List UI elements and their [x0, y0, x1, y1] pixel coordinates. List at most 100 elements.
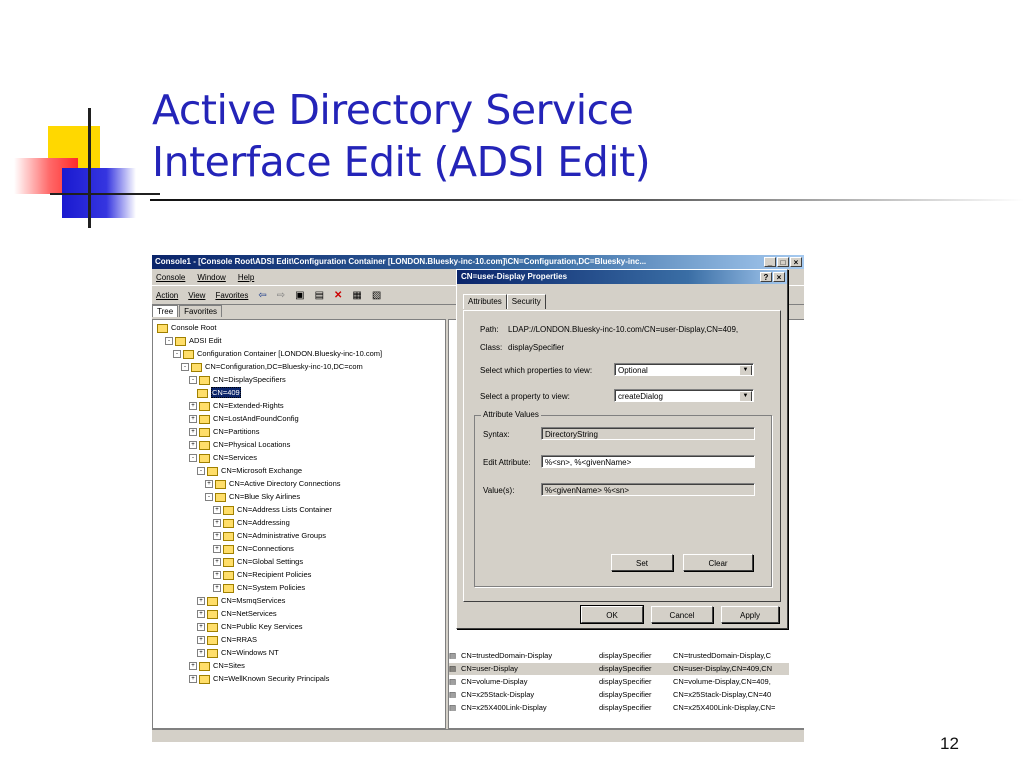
tree-item[interactable]: - ADSI Edit: [165, 335, 222, 347]
tree-pane[interactable]: Console Root - ADSI Edit - Configuration Con…: [152, 319, 446, 729]
clear-button[interactable]: Clear: [683, 554, 753, 571]
help-icon[interactable]: ?: [760, 272, 772, 282]
expand-icon[interactable]: +: [213, 584, 221, 593]
expand-icon[interactable]: +: [189, 441, 197, 450]
tree-item[interactable]: + CN=Active Directory Connections: [205, 478, 341, 490]
expand-icon[interactable]: +: [213, 545, 221, 554]
tab-tree[interactable]: Tree: [152, 305, 179, 317]
menu-action[interactable]: Action: [156, 291, 178, 300]
set-button[interactable]: Set: [611, 554, 673, 571]
tree-item[interactable]: - CN=Microsoft Exchange: [197, 465, 302, 477]
expand-icon[interactable]: +: [205, 480, 213, 489]
which-props-select[interactable]: Optional ▼: [614, 363, 754, 376]
chevron-down-icon[interactable]: ▼: [739, 391, 752, 401]
expand-icon[interactable]: +: [213, 532, 221, 541]
tree-item[interactable]: + CN=Partitions: [189, 426, 259, 438]
folder-icon: [175, 336, 186, 346]
tree-item[interactable]: + CN=MsmqServices: [197, 595, 285, 607]
delete-icon[interactable]: ✕: [334, 290, 342, 301]
folder-icon: [223, 570, 234, 580]
tree-item[interactable]: + CN=Sites: [189, 660, 245, 672]
collapse-icon[interactable]: -: [189, 376, 197, 385]
tree-item[interactable]: - Configuration Container [LONDON.Bluesky…: [173, 348, 382, 360]
expand-icon[interactable]: +: [197, 610, 205, 619]
forward-arrow-icon[interactable]: ⇨: [277, 290, 285, 301]
tree-item[interactable]: + CN=RRAS: [197, 634, 257, 646]
tree-item[interactable]: + CN=Addressing: [213, 517, 290, 529]
expand-icon[interactable]: +: [189, 415, 197, 424]
tree-item[interactable]: - CN=Blue Sky Airlines: [205, 491, 300, 503]
expand-icon[interactable]: +: [197, 623, 205, 632]
slide-title-line1: Active Directory Service: [152, 86, 634, 134]
collapse-icon[interactable]: -: [181, 363, 189, 372]
tree-item[interactable]: + CN=NetServices: [197, 608, 277, 620]
menu-favorites[interactable]: Favorites: [215, 291, 248, 300]
tree-item[interactable]: - CN=DisplaySpecifiers: [189, 374, 286, 386]
tree-item[interactable]: + CN=Public Key Services: [197, 621, 303, 633]
tree-item[interactable]: + CN=Extended-Rights: [189, 400, 284, 412]
expand-icon[interactable]: +: [213, 558, 221, 567]
collapse-icon[interactable]: -: [205, 493, 213, 502]
tab-attributes[interactable]: Attributes: [463, 294, 507, 309]
expand-icon[interactable]: +: [213, 571, 221, 580]
expand-icon[interactable]: +: [213, 506, 221, 515]
expand-icon[interactable]: +: [189, 662, 197, 671]
menu-view[interactable]: View: [188, 291, 205, 300]
window-title: Console1 - [Console Root\ADSI Edit\Confi…: [155, 257, 647, 266]
list-row[interactable]: ▤ CN=user-Display displaySpecifier CN=user…: [449, 663, 789, 675]
object-icon: ▤: [449, 690, 457, 699]
show-tree-icon[interactable]: ▤: [315, 290, 324, 301]
tree-item[interactable]: + CN=Windows NT: [197, 647, 279, 659]
collapse-icon[interactable]: -: [197, 467, 205, 476]
tree-item[interactable]: - CN=Services: [189, 452, 257, 464]
list-row[interactable]: ▤ CN=x25Stack-Display displaySpecifier CN=…: [449, 689, 789, 701]
collapse-icon[interactable]: -: [165, 337, 173, 346]
tree-item[interactable]: + CN=Administrative Groups: [213, 530, 326, 542]
tree-item[interactable]: + CN=Global Settings: [213, 556, 303, 568]
tree-item[interactable]: + CN=Connections: [213, 543, 294, 555]
minimize-icon[interactable]: _: [764, 257, 776, 267]
expand-icon[interactable]: +: [189, 428, 197, 437]
back-arrow-icon[interactable]: ⇦: [258, 290, 266, 301]
property-select[interactable]: createDialog ▼: [614, 389, 754, 402]
expand-icon[interactable]: +: [197, 636, 205, 645]
properties-icon[interactable]: ▦: [352, 290, 361, 301]
edit-attribute-input[interactable]: %<sn>, %<givenName>: [541, 455, 755, 468]
expand-icon[interactable]: +: [189, 675, 197, 684]
tab-favorites[interactable]: Favorites: [179, 305, 223, 317]
menu-console[interactable]: Console: [156, 273, 185, 282]
tree-item[interactable]: + CN=Physical Locations: [189, 439, 290, 451]
tree-item[interactable]: Console Root: [157, 322, 216, 334]
tree-item[interactable]: + CN=Address Lists Container: [213, 504, 332, 516]
chevron-down-icon[interactable]: ▼: [739, 365, 752, 375]
tab-security[interactable]: Security: [506, 294, 546, 309]
collapse-icon[interactable]: -: [189, 454, 197, 463]
collapse-icon[interactable]: -: [173, 350, 181, 359]
cancel-button[interactable]: Cancel: [651, 606, 713, 623]
restore-icon[interactable]: □: [777, 257, 789, 267]
window-titlebar[interactable]: Console1 - [Console Root\ADSI Edit\Confi…: [152, 255, 804, 269]
menu-window[interactable]: Window: [197, 273, 225, 282]
close-icon[interactable]: ×: [790, 257, 802, 267]
menu-help[interactable]: Help: [238, 273, 254, 282]
apply-button[interactable]: Apply: [721, 606, 779, 623]
ok-button[interactable]: OK: [580, 605, 644, 624]
expand-icon[interactable]: +: [197, 597, 205, 606]
tree-item[interactable]: CN=409: [197, 387, 241, 399]
dialog-close-icon[interactable]: ×: [773, 272, 785, 282]
tree-item[interactable]: + CN=LostAndFoundConfig: [189, 413, 299, 425]
list-row[interactable]: ▤ CN=volume-Display displaySpecifier CN=vo…: [449, 676, 789, 688]
tree-item[interactable]: + CN=System Policies: [213, 582, 305, 594]
tree-item[interactable]: + CN=Recipient Policies: [213, 569, 311, 581]
folder-icon: [223, 531, 234, 541]
list-row[interactable]: ▤ CN=x25X400Link-Display displaySpecifier…: [449, 702, 789, 714]
tree-item[interactable]: - CN=Configuration,DC=Bluesky-inc-10,DC=c…: [181, 361, 363, 373]
expand-icon[interactable]: +: [189, 402, 197, 411]
export-list-icon[interactable]: ▧: [372, 290, 381, 301]
expand-icon[interactable]: +: [197, 649, 205, 658]
tree-item[interactable]: + CN=WellKnown Security Principals: [189, 673, 329, 685]
expand-icon[interactable]: +: [213, 519, 221, 528]
dialog-titlebar[interactable]: CN=user-Display Properties ? ×: [457, 270, 787, 284]
up-folder-icon[interactable]: ▣: [295, 290, 304, 301]
list-row[interactable]: ▤ CN=trustedDomain-Display displaySpecifi…: [449, 650, 789, 662]
